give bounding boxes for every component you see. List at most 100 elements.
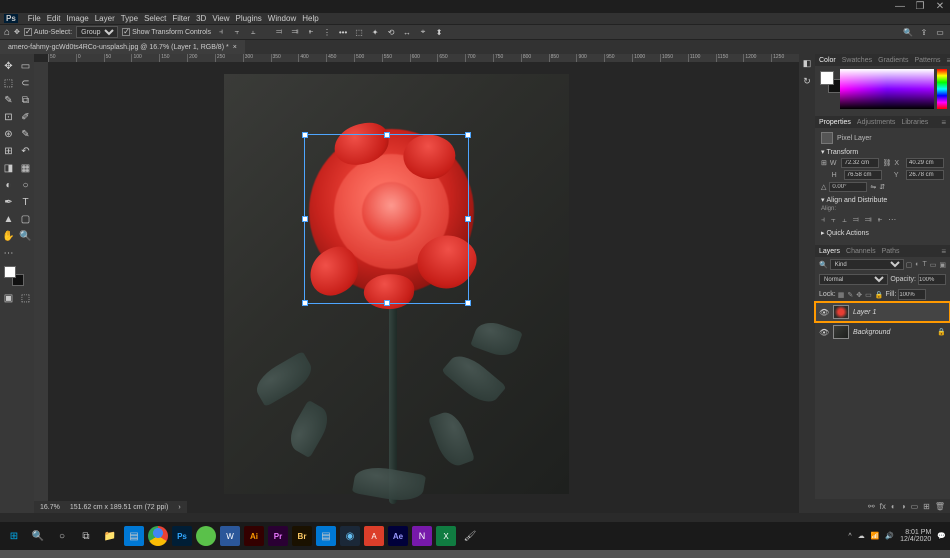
filter-adjust-icon[interactable]: ◐	[915, 261, 919, 269]
hand-tool[interactable]: ✋	[0, 228, 17, 245]
menu-layer[interactable]: Layer	[95, 14, 115, 23]
close-window-button[interactable]: ✕	[934, 1, 946, 13]
reference-point-icon[interactable]: ⊞	[821, 159, 827, 167]
history-brush-tool[interactable]: ↶	[17, 143, 34, 160]
cortana-icon[interactable]: ○	[52, 526, 72, 546]
distribute-icon[interactable]: ⋮	[321, 26, 333, 38]
align-left-icon[interactable]: ⫞	[821, 215, 825, 225]
restore-down-button[interactable]: ❐	[914, 1, 926, 13]
layer-row[interactable]: 👁 Background 🔒	[815, 322, 950, 342]
file-explorer-icon[interactable]: 📁	[100, 526, 120, 546]
lasso-tool[interactable]: ⊂	[17, 75, 34, 92]
tab-gradients[interactable]: Gradients	[878, 57, 908, 64]
width-input[interactable]	[841, 158, 879, 168]
align-top-edges-icon[interactable]: ⫤	[273, 26, 285, 38]
menu-filter[interactable]: Filter	[172, 14, 190, 23]
more-align-icon[interactable]: ⋯	[888, 215, 896, 225]
x-input[interactable]	[906, 158, 944, 168]
angle-input[interactable]	[829, 182, 867, 192]
height-input[interactable]	[844, 170, 882, 180]
search-icon[interactable]: 🔍	[902, 26, 914, 38]
layer-row[interactable]: 👁 Layer 1	[815, 302, 950, 322]
layer-style-icon[interactable]: fx	[880, 502, 886, 511]
eraser-tool[interactable]: ◨	[0, 160, 17, 177]
menu-help[interactable]: Help	[302, 14, 318, 23]
panel-menu-icon[interactable]: ≡	[941, 247, 946, 256]
layer-thumbnail[interactable]	[833, 305, 849, 319]
acrobat-icon[interactable]: A	[364, 526, 384, 546]
document-tab[interactable]: amero-fahmy-gcWd0ts4RCo-unsplash.jpg @ 1…	[0, 40, 245, 54]
menu-view[interactable]: View	[212, 14, 229, 23]
crop-tool[interactable]: ⧉	[17, 92, 34, 109]
tab-color[interactable]: Color	[819, 57, 836, 64]
menu-3d[interactable]: 3D	[196, 14, 206, 23]
quick-mask-icon[interactable]: ▣	[0, 290, 17, 307]
color-panel-swatches[interactable]	[818, 69, 840, 113]
auto-select-checkbox[interactable]	[24, 28, 32, 36]
eyedropper-tool[interactable]: ✐	[17, 109, 34, 126]
statusbar-arrow-icon[interactable]: ›	[178, 504, 180, 511]
steam-icon[interactable]: ◉	[340, 526, 360, 546]
visibility-icon[interactable]: 👁	[819, 328, 829, 337]
filter-pixel-icon[interactable]: ▢	[906, 261, 913, 269]
zoom-tool[interactable]: 🔍	[17, 228, 34, 245]
canvas-area[interactable]: 5005010015020025030035040045050055060065…	[34, 54, 799, 513]
auto-select-mode[interactable]: Group	[76, 26, 118, 38]
collapsed-panel-icon-1[interactable]: ◧	[799, 54, 815, 72]
rectangle-tool[interactable]: ▢	[17, 211, 34, 228]
taskbar-app-icon[interactable]: 🖌	[460, 526, 480, 546]
chevron-down-icon[interactable]: ▾	[821, 148, 825, 156]
tab-properties[interactable]: Properties	[819, 119, 851, 126]
menu-file[interactable]: File	[28, 14, 41, 23]
color-swatches[interactable]	[4, 266, 24, 286]
menu-edit[interactable]: Edit	[47, 14, 61, 23]
move-tool[interactable]: ✥	[0, 58, 17, 75]
lock-artboard-icon[interactable]: ▭	[865, 291, 872, 299]
menu-plugins[interactable]: Plugins	[236, 14, 262, 23]
tab-libraries[interactable]: Libraries	[901, 119, 928, 126]
align-vcenter-icon[interactable]: ⫥	[865, 215, 872, 225]
blend-mode-select[interactable]: Normal	[819, 274, 888, 285]
3d-mode-icon[interactable]: ⬚	[353, 26, 365, 38]
type-tool[interactable]: T	[17, 194, 34, 211]
chevron-right-icon[interactable]: ▸	[821, 229, 825, 237]
healing-brush-tool[interactable]: ⊛	[0, 126, 17, 143]
app-green-icon[interactable]	[196, 526, 216, 546]
align-bottom-icon[interactable]: ⫦	[878, 215, 883, 225]
tab-layers[interactable]: Layers	[819, 248, 840, 255]
zoom-level[interactable]: 16.7%	[40, 504, 60, 511]
align-vertical-centers-icon[interactable]: ⫥	[289, 26, 301, 38]
filter-icon[interactable]: 🔍	[819, 261, 828, 269]
3d-mode-icon6[interactable]: ⬍	[433, 26, 445, 38]
bridge-icon[interactable]: Br	[292, 526, 312, 546]
hue-strip[interactable]	[937, 69, 947, 109]
path-select-tool[interactable]: ▲	[0, 211, 17, 228]
taskbar-app-icon[interactable]: ▤	[124, 526, 144, 546]
align-left-edges-icon[interactable]: ⫞	[215, 26, 227, 38]
document-canvas[interactable]	[224, 74, 569, 494]
lock-pixels-icon[interactable]: ✎	[847, 291, 853, 299]
excel-icon[interactable]: X	[436, 526, 456, 546]
marquee-tool[interactable]: ⬚	[0, 75, 17, 92]
transform-selection[interactable]	[304, 134, 469, 304]
panel-menu-icon[interactable]: ≡	[941, 118, 946, 127]
word-icon[interactable]: W	[220, 526, 240, 546]
align-top-icon[interactable]: ⫤	[853, 215, 859, 225]
3d-mode-icon3[interactable]: ⟲	[385, 26, 397, 38]
quick-select-tool[interactable]: ✎	[0, 92, 17, 109]
align-horizontal-centers-icon[interactable]: ⫟	[231, 26, 243, 38]
visibility-icon[interactable]: 👁	[819, 308, 829, 317]
tray-expand-icon[interactable]: ^	[848, 533, 851, 540]
pen-tool[interactable]: ✒	[0, 194, 17, 211]
premiere-icon[interactable]: Pr	[268, 526, 288, 546]
tab-adjustments[interactable]: Adjustments	[857, 119, 896, 126]
menu-image[interactable]: Image	[66, 14, 88, 23]
align-bottom-edges-icon[interactable]: ⫦	[305, 26, 317, 38]
new-layer-icon[interactable]: ⊞	[923, 502, 930, 511]
blur-tool[interactable]: ◐	[0, 177, 17, 194]
tab-paths[interactable]: Paths	[882, 248, 900, 255]
lock-transparency-icon[interactable]: ▦	[838, 291, 845, 299]
chevron-down-icon[interactable]: ▾	[821, 196, 825, 204]
workspace-icon[interactable]: ▭	[934, 26, 946, 38]
volume-icon[interactable]: 🔊	[885, 532, 894, 540]
